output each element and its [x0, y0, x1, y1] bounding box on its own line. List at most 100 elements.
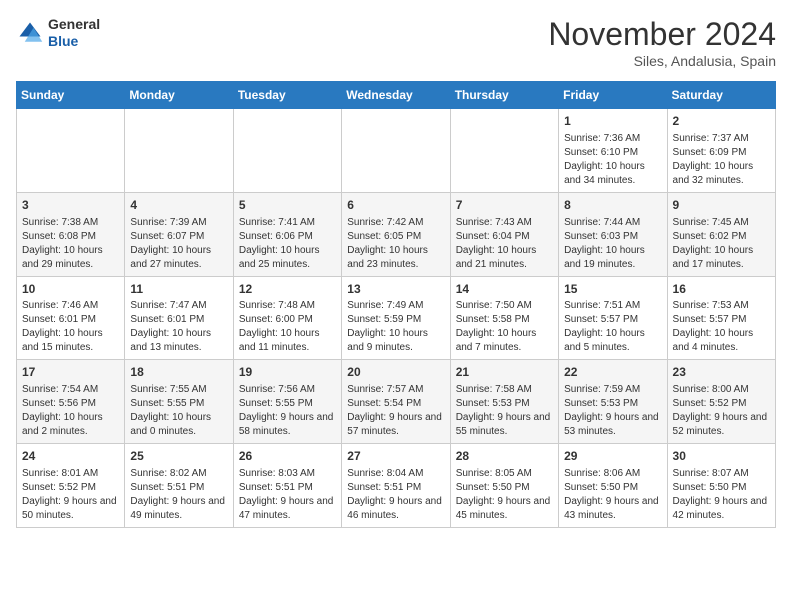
- calendar-cell: 18 Sunrise: 7:55 AM Sunset: 5:55 PM Dayli…: [125, 360, 233, 444]
- logo-line2: Blue: [48, 33, 100, 50]
- calendar-week-row: 1 Sunrise: 7:36 AM Sunset: 6:10 PM Daylig…: [17, 109, 776, 193]
- calendar-subtitle: Siles, Andalusia, Spain: [548, 53, 776, 69]
- day-number: 6: [347, 197, 444, 214]
- calendar-cell: 11Sunrise: 7:47 AM Sunset: 6:01 PM Dayli…: [125, 276, 233, 360]
- title-block: November 2024 Siles, Andalusia, Spain: [548, 16, 776, 69]
- logo-line1: General: [48, 16, 100, 33]
- day-info: Sunrise: 7:46 AM Sunset: 6:01 PM Dayligh…: [22, 299, 119, 355]
- day-info: Sunrise: 7:48 AM Sunset: 6:00 PM Dayligh…: [239, 299, 336, 355]
- calendar-cell: 9Sunrise: 7:45 AM Sunset: 6:02 PM Daylig…: [667, 192, 775, 276]
- calendar-cell: 25 Sunrise: 8:02 AM Sunset: 5:51 PM Dayli…: [125, 444, 233, 528]
- calendar-week-row: 17 Sunrise: 7:54 AM Sunset: 5:56 PM Dayli…: [17, 360, 776, 444]
- weekday-header: Saturday: [667, 82, 775, 109]
- calendar-cell: 14Sunrise: 7:50 AM Sunset: 5:58 PM Dayli…: [450, 276, 558, 360]
- day-info: Sunrise: 7:42 AM Sunset: 6:05 PM Dayligh…: [347, 216, 444, 272]
- day-number: 3: [22, 197, 119, 214]
- day-info: Sunrise: 8:04 AM Sunset: 5:51 PM Dayligh…: [347, 467, 444, 523]
- day-info: Sunrise: 7:37 AM Sunset: 6:09 PM Dayligh…: [673, 132, 770, 188]
- logo-icon: [16, 19, 44, 47]
- day-info: Sunrise: 7:38 AM Sunset: 6:08 PM Dayligh…: [22, 216, 119, 272]
- calendar-cell: 30 Sunrise: 8:07 AM Sunset: 5:50 PM Dayli…: [667, 444, 775, 528]
- calendar-cell: 16Sunrise: 7:53 AM Sunset: 5:57 PM Dayli…: [667, 276, 775, 360]
- calendar-cell: 6 Sunrise: 7:42 AM Sunset: 6:05 PM Daylig…: [342, 192, 450, 276]
- calendar-cell: 7 Sunrise: 7:43 AM Sunset: 6:04 PM Daylig…: [450, 192, 558, 276]
- day-info: Sunrise: 7:58 AM Sunset: 5:53 PM Dayligh…: [456, 383, 553, 439]
- calendar-body: 1 Sunrise: 7:36 AM Sunset: 6:10 PM Daylig…: [17, 109, 776, 528]
- day-info: Sunrise: 7:57 AM Sunset: 5:54 PM Dayligh…: [347, 383, 444, 439]
- day-info: Sunrise: 7:59 AM Sunset: 5:53 PM Dayligh…: [564, 383, 661, 439]
- day-info: Sunrise: 7:54 AM Sunset: 5:56 PM Dayligh…: [22, 383, 119, 439]
- day-info: Sunrise: 7:49 AM Sunset: 5:59 PM Dayligh…: [347, 299, 444, 355]
- day-info: Sunrise: 7:47 AM Sunset: 6:01 PM Dayligh…: [130, 299, 227, 355]
- weekday-header: Thursday: [450, 82, 558, 109]
- day-number: 16: [673, 281, 770, 298]
- day-info: Sunrise: 7:36 AM Sunset: 6:10 PM Dayligh…: [564, 132, 661, 188]
- weekday-header: Tuesday: [233, 82, 341, 109]
- day-info: Sunrise: 7:55 AM Sunset: 5:55 PM Dayligh…: [130, 383, 227, 439]
- calendar-cell: [450, 109, 558, 193]
- calendar-cell: 20 Sunrise: 7:57 AM Sunset: 5:54 PM Dayli…: [342, 360, 450, 444]
- day-info: Sunrise: 8:06 AM Sunset: 5:50 PM Dayligh…: [564, 467, 661, 523]
- calendar-cell: 5 Sunrise: 7:41 AM Sunset: 6:06 PM Daylig…: [233, 192, 341, 276]
- calendar-cell: [342, 109, 450, 193]
- weekday-header: Monday: [125, 82, 233, 109]
- day-number: 5: [239, 197, 336, 214]
- calendar-cell: 28 Sunrise: 8:05 AM Sunset: 5:50 PM Dayli…: [450, 444, 558, 528]
- day-number: 2: [673, 113, 770, 130]
- day-number: 10: [22, 281, 119, 298]
- day-number: 27: [347, 448, 444, 465]
- day-number: 20: [347, 364, 444, 381]
- calendar-cell: 10Sunrise: 7:46 AM Sunset: 6:01 PM Dayli…: [17, 276, 125, 360]
- day-number: 8: [564, 197, 661, 214]
- day-info: Sunrise: 8:07 AM Sunset: 5:50 PM Dayligh…: [673, 467, 770, 523]
- day-number: 24: [22, 448, 119, 465]
- calendar-cell: 27 Sunrise: 8:04 AM Sunset: 5:51 PM Dayli…: [342, 444, 450, 528]
- day-number: 4: [130, 197, 227, 214]
- weekday-header: Sunday: [17, 82, 125, 109]
- day-number: 14: [456, 281, 553, 298]
- calendar-title: November 2024: [548, 16, 776, 53]
- calendar-week-row: 3 Sunrise: 7:38 AM Sunset: 6:08 PM Daylig…: [17, 192, 776, 276]
- calendar-cell: [233, 109, 341, 193]
- day-number: 13: [347, 281, 444, 298]
- weekday-header: Wednesday: [342, 82, 450, 109]
- calendar-header: SundayMondayTuesdayWednesdayThursdayFrid…: [17, 82, 776, 109]
- day-number: 25: [130, 448, 227, 465]
- calendar-cell: 4 Sunrise: 7:39 AM Sunset: 6:07 PM Daylig…: [125, 192, 233, 276]
- day-number: 1: [564, 113, 661, 130]
- logo-text: General Blue: [48, 16, 100, 50]
- day-info: Sunrise: 7:50 AM Sunset: 5:58 PM Dayligh…: [456, 299, 553, 355]
- day-number: 30: [673, 448, 770, 465]
- weekday-row: SundayMondayTuesdayWednesdayThursdayFrid…: [17, 82, 776, 109]
- calendar-cell: 2 Sunrise: 7:37 AM Sunset: 6:09 PM Daylig…: [667, 109, 775, 193]
- day-number: 7: [456, 197, 553, 214]
- weekday-header: Friday: [559, 82, 667, 109]
- page-header: General Blue November 2024 Siles, Andalu…: [16, 16, 776, 69]
- day-info: Sunrise: 7:41 AM Sunset: 6:06 PM Dayligh…: [239, 216, 336, 272]
- calendar-cell: 15Sunrise: 7:51 AM Sunset: 5:57 PM Dayli…: [559, 276, 667, 360]
- day-info: Sunrise: 7:43 AM Sunset: 6:04 PM Dayligh…: [456, 216, 553, 272]
- day-info: Sunrise: 8:05 AM Sunset: 5:50 PM Dayligh…: [456, 467, 553, 523]
- calendar-cell: 13Sunrise: 7:49 AM Sunset: 5:59 PM Dayli…: [342, 276, 450, 360]
- day-number: 22: [564, 364, 661, 381]
- calendar-cell: 23Sunrise: 8:00 AM Sunset: 5:52 PM Dayli…: [667, 360, 775, 444]
- day-number: 18: [130, 364, 227, 381]
- day-number: 17: [22, 364, 119, 381]
- calendar-cell: 29Sunrise: 8:06 AM Sunset: 5:50 PM Dayli…: [559, 444, 667, 528]
- day-number: 15: [564, 281, 661, 298]
- day-info: Sunrise: 7:51 AM Sunset: 5:57 PM Dayligh…: [564, 299, 661, 355]
- day-info: Sunrise: 7:39 AM Sunset: 6:07 PM Dayligh…: [130, 216, 227, 272]
- calendar-table: SundayMondayTuesdayWednesdayThursdayFrid…: [16, 81, 776, 528]
- calendar-cell: 8Sunrise: 7:44 AM Sunset: 6:03 PM Daylig…: [559, 192, 667, 276]
- calendar-cell: 26Sunrise: 8:03 AM Sunset: 5:51 PM Dayli…: [233, 444, 341, 528]
- day-number: 9: [673, 197, 770, 214]
- calendar-cell: 22 Sunrise: 7:59 AM Sunset: 5:53 PM Dayli…: [559, 360, 667, 444]
- day-number: 28: [456, 448, 553, 465]
- calendar-cell: 12Sunrise: 7:48 AM Sunset: 6:00 PM Dayli…: [233, 276, 341, 360]
- day-number: 19: [239, 364, 336, 381]
- calendar-week-row: 24 Sunrise: 8:01 AM Sunset: 5:52 PM Dayli…: [17, 444, 776, 528]
- day-info: Sunrise: 8:01 AM Sunset: 5:52 PM Dayligh…: [22, 467, 119, 523]
- logo: General Blue: [16, 16, 100, 50]
- day-info: Sunrise: 8:02 AM Sunset: 5:51 PM Dayligh…: [130, 467, 227, 523]
- day-number: 26: [239, 448, 336, 465]
